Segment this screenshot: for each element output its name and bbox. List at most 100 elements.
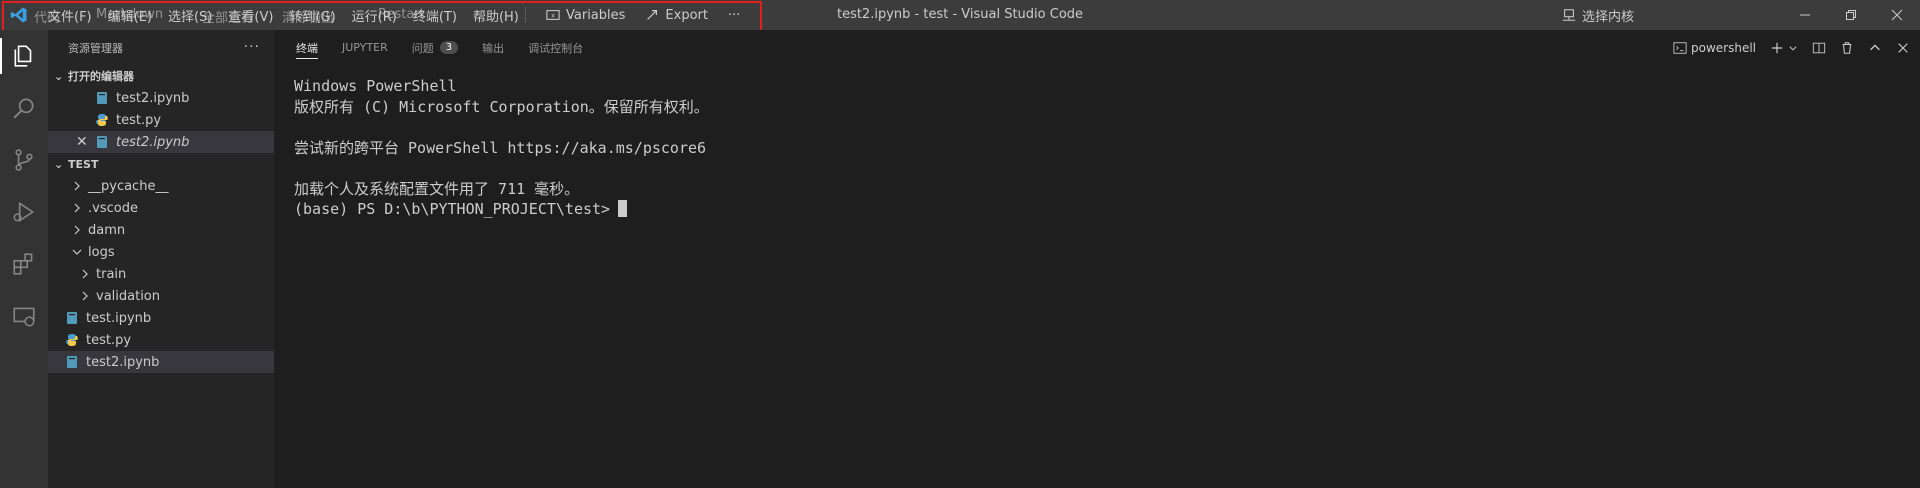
tree-item-label: damn bbox=[88, 222, 126, 238]
chevron-right-icon bbox=[70, 201, 84, 215]
chevron-down-icon bbox=[70, 245, 84, 259]
tree-item-label: __pycache__ bbox=[88, 178, 169, 194]
tree-item-label: .vscode bbox=[88, 200, 138, 216]
remote-explorer-activity-button[interactable] bbox=[0, 290, 48, 342]
plus-icon bbox=[1771, 42, 1783, 53]
open-editor-label: test2.ipynb bbox=[116, 90, 190, 106]
chevron-right-icon bbox=[78, 267, 92, 281]
terminal-panel: 终端 JUPYTER 问题 3 输出 调试控制台 powershell Windows P… bbox=[274, 30, 1920, 488]
trash-icon bbox=[1842, 41, 1852, 54]
explorer-header: 资源管理器 ··· bbox=[48, 30, 274, 65]
notebook-icon bbox=[64, 354, 80, 370]
tree-item-label: test.ipynb bbox=[86, 310, 152, 326]
open-editor-label: test.py bbox=[116, 112, 162, 128]
python-icon bbox=[94, 112, 110, 128]
panel-tab[interactable]: 终端 bbox=[296, 30, 318, 65]
activity-bar bbox=[0, 30, 48, 488]
open-editor-label: test2.ipynb bbox=[116, 134, 190, 150]
kill-terminal-button[interactable] bbox=[1840, 41, 1854, 55]
svg-text:x: x bbox=[551, 13, 555, 20]
restore-button[interactable] bbox=[1828, 0, 1874, 30]
ghost-run-all-label: 全部运行 bbox=[202, 11, 255, 26]
file-item[interactable]: test.py bbox=[48, 329, 274, 351]
terminal-line: 尝试新的跨平台 PowerShell https://aka.ms/pscore… bbox=[294, 138, 707, 157]
terminal-line: 加载个人及系统配置文件用了 711 毫秒。 bbox=[294, 179, 580, 198]
terminal-shell-selector[interactable]: powershell bbox=[1673, 41, 1756, 55]
python-icon bbox=[64, 332, 80, 348]
source-control-activity-button[interactable] bbox=[0, 134, 48, 186]
close-icon bbox=[1898, 42, 1908, 53]
chevron-up-icon bbox=[1870, 43, 1880, 50]
panel-actions: powershell bbox=[1673, 30, 1910, 65]
tree-item-label: logs bbox=[88, 244, 115, 260]
source-control-icon bbox=[15, 149, 33, 171]
export-button[interactable]: Export bbox=[635, 8, 718, 23]
chevron-right-icon bbox=[78, 289, 92, 303]
folder-item[interactable]: train bbox=[48, 263, 274, 285]
terminal-output[interactable]: Windows PowerShell 版权所有 (C) Microsoft Cor… bbox=[294, 76, 709, 220]
toolbar-more-button[interactable]: ··· bbox=[718, 8, 750, 23]
tree-item-label: test2.ipynb bbox=[86, 354, 160, 370]
select-kernel-button[interactable]: 选择内核 bbox=[1562, 0, 1634, 30]
notebook-icon bbox=[64, 310, 80, 326]
maximize-panel-button[interactable] bbox=[1868, 41, 1882, 55]
terminal-icon bbox=[1673, 41, 1687, 54]
search-activity-button[interactable] bbox=[0, 82, 48, 134]
folder-item[interactable]: damn bbox=[48, 219, 274, 241]
window-controls bbox=[1782, 0, 1920, 30]
folder-item[interactable]: __pycache__ bbox=[48, 175, 274, 197]
open-editors-section-header[interactable]: ⌄ 打开的编辑器 bbox=[48, 65, 274, 87]
terminal-cursor bbox=[618, 200, 628, 217]
panel-tab[interactable]: 问题 3 bbox=[411, 30, 459, 65]
file-item[interactable]: test2.ipynb bbox=[48, 351, 274, 373]
ghost-code-label: 代码 bbox=[34, 11, 61, 26]
terminal-line: 版权所有 (C) Microsoft Corporation。保留所有权利。 bbox=[294, 97, 709, 116]
variables-button[interactable]: x Variables bbox=[536, 8, 635, 23]
open-editor-item[interactable]: test2.ipynb bbox=[48, 87, 274, 109]
tree-item-label: test.py bbox=[86, 332, 132, 348]
problems-count-badge: 3 bbox=[439, 41, 459, 54]
panel-tab-label: 终端 bbox=[296, 41, 318, 55]
export-icon bbox=[647, 10, 658, 20]
open-editor-item[interactable]: test.py bbox=[48, 109, 274, 131]
workspace-title: TEST bbox=[68, 157, 99, 171]
chevron-down-icon bbox=[1789, 45, 1797, 51]
close-panel-button[interactable] bbox=[1896, 41, 1910, 55]
extensions-icon bbox=[13, 253, 33, 275]
panel-tab-label: 调试控制台 bbox=[528, 41, 584, 55]
extensions-activity-button[interactable] bbox=[0, 238, 48, 290]
folder-item[interactable]: validation bbox=[48, 285, 274, 307]
workspace-section-header[interactable]: ⌄ TEST bbox=[48, 153, 274, 175]
variables-icon: x bbox=[546, 10, 560, 20]
open-editor-item-active[interactable]: ✕ test2.ipynb bbox=[48, 131, 274, 153]
explorer-activity-button[interactable] bbox=[0, 30, 48, 82]
shell-label: powershell bbox=[1691, 40, 1756, 55]
chevron-down-icon: ⌄ bbox=[54, 69, 64, 83]
panel-tab-label: 输出 bbox=[482, 41, 505, 55]
files-icon bbox=[14, 45, 32, 67]
chevron-right-icon bbox=[70, 179, 84, 193]
close-editor-button[interactable]: ✕ bbox=[76, 134, 88, 150]
remote-explorer-icon bbox=[13, 307, 35, 327]
explorer-more-button[interactable]: ··· bbox=[244, 39, 260, 55]
file-item[interactable]: test.ipynb bbox=[48, 307, 274, 329]
panel-tab[interactable]: 输出 bbox=[482, 30, 504, 65]
panel-tab[interactable]: JUPYTER bbox=[342, 30, 388, 65]
split-icon bbox=[1812, 42, 1826, 53]
run-debug-activity-button[interactable] bbox=[0, 186, 48, 238]
toolbar-divider bbox=[525, 7, 526, 23]
panel-tab-label: 问题 bbox=[411, 41, 434, 55]
new-terminal-button[interactable] bbox=[1770, 41, 1798, 55]
split-terminal-button[interactable] bbox=[1812, 41, 1826, 55]
folder-item[interactable]: logs bbox=[48, 241, 274, 263]
chevron-right-icon bbox=[70, 223, 84, 237]
panel-tab[interactable]: 调试控制台 bbox=[528, 30, 583, 65]
minimize-button[interactable] bbox=[1782, 0, 1828, 30]
file-tree: __pycache__ .vscode damn logs train validatio… bbox=[48, 175, 274, 373]
variables-label: Variables bbox=[566, 7, 626, 23]
folder-item[interactable]: .vscode bbox=[48, 197, 274, 219]
run-debug-icon bbox=[13, 201, 35, 223]
close-window-button[interactable] bbox=[1874, 0, 1920, 30]
